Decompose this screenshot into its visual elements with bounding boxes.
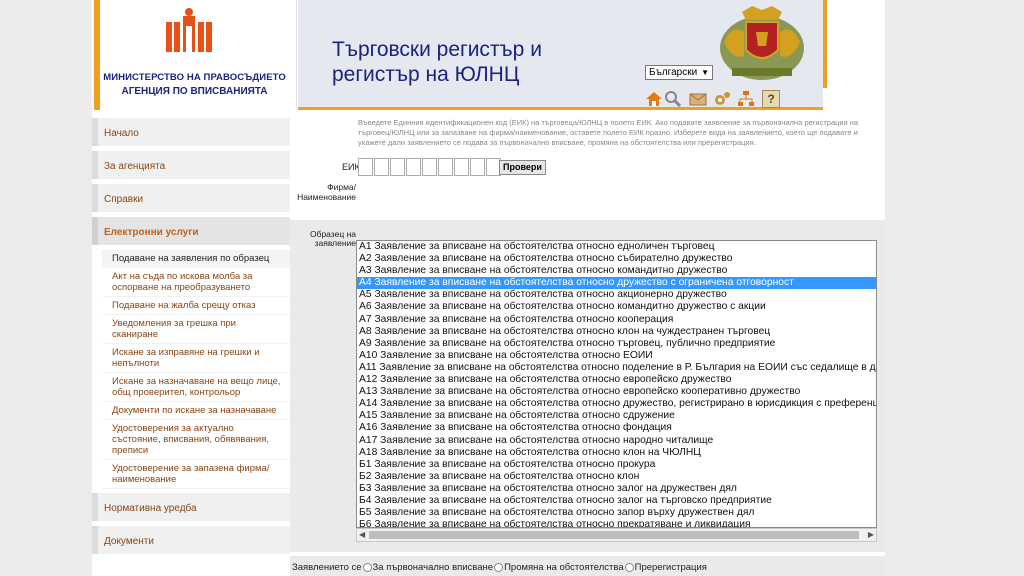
application-type-option[interactable]: Б4 Заявление за вписване на обстоятелств…	[357, 495, 876, 507]
sidebar-item-documents[interactable]: Документи	[92, 526, 290, 554]
agency-name: АГЕНЦИЯ ПО ВПИСВАНИЯТА	[121, 86, 268, 97]
submenu-item[interactable]: Акт на съда по искова молба за оспорване…	[102, 268, 290, 297]
submenu-item[interactable]: Уведомления за грешка при сканиране	[102, 315, 290, 344]
eik-digit-box[interactable]	[358, 158, 373, 176]
application-type-option[interactable]: А6 Заявление за вписване на обстоятелств…	[357, 301, 876, 313]
language-value: Български	[649, 67, 698, 78]
radio-reregistration[interactable]	[624, 563, 634, 572]
sidebar-nav: Начало За агенцията Справки Електронни у…	[92, 118, 290, 559]
radio-initial[interactable]	[362, 563, 372, 572]
site-title-line1: Търговски регистър и	[332, 38, 542, 61]
application-type-option[interactable]: Б5 Заявление за вписване на обстоятелств…	[357, 507, 876, 519]
application-type-option[interactable]: А2 Заявление за вписване на обстоятелств…	[357, 253, 876, 265]
application-type-option[interactable]: Б2 Заявление за вписване на обстоятелств…	[357, 471, 876, 483]
submenu-item[interactable]: Удостоверения за актуално състояние, впи…	[102, 420, 290, 460]
application-type-option[interactable]: А10 Заявление за вписване на обстоятелст…	[357, 350, 876, 362]
radio-change-label: Промяна на обстоятелства	[504, 562, 624, 573]
page: МИНИСТЕРСТВО НА ПРАВОСЪДИЕТО АГЕНЦИЯ ПО …	[92, 0, 885, 576]
check-button[interactable]: Провери	[499, 160, 546, 175]
sitemap-icon[interactable]	[737, 90, 755, 108]
radio-reregistration-label: Пререгистрация	[634, 562, 707, 573]
eservices-submenu: Подаване на заявления по образец Акт на …	[92, 250, 290, 489]
application-type-option[interactable]: А7 Заявление за вписване на обстоятелств…	[357, 314, 876, 326]
instructions-text: Въведете Единния идентификационен код (Е…	[358, 118, 859, 147]
sidebar-item-about[interactable]: За агенцията	[92, 151, 290, 179]
application-type-option[interactable]: А4 Заявление за вписване на обстоятелств…	[357, 277, 876, 290]
eik-digit-box[interactable]	[438, 158, 453, 176]
horizontal-scrollbar[interactable]: ◀ ▶	[356, 528, 877, 542]
site-title-line2: регистър на ЮЛНЦ	[332, 63, 520, 86]
application-type-option[interactable]: А14 Заявление за вписване на обстоятелст…	[357, 398, 876, 410]
application-type-option[interactable]: А11 Заявление за вписване на обстоятелст…	[357, 362, 876, 374]
left-gutter	[0, 0, 92, 576]
eik-digit-box[interactable]	[374, 158, 389, 176]
accent-stripe-right	[823, 0, 827, 88]
submenu-item[interactable]: Искане за назначаване на вещо лице, общ …	[102, 373, 290, 402]
help-icon[interactable]: ?	[762, 90, 780, 108]
filing-type-label: Заявлението се	[292, 562, 362, 573]
eik-input[interactable]	[358, 158, 502, 176]
submenu-item[interactable]: Удостоверение за запазена фирма/ наимено…	[102, 460, 290, 489]
submenu-item[interactable]: Документи по искане за назначаване	[102, 402, 290, 420]
sidebar-item-legislation[interactable]: Нормативна уредба	[92, 493, 290, 521]
mail-icon[interactable]	[689, 90, 707, 108]
sidebar-item-eservices[interactable]: Електронни услуги	[92, 217, 290, 245]
radio-change[interactable]	[494, 563, 504, 572]
application-type-option[interactable]: А3 Заявление за вписване на обстоятелств…	[357, 265, 876, 277]
sidebar-item-home[interactable]: Начало	[92, 118, 290, 146]
search-icon[interactable]	[664, 90, 682, 108]
sidebar-item-reports[interactable]: Справки	[92, 184, 290, 212]
submenu-item[interactable]: Подаване на жалба срещу отказ	[102, 297, 290, 315]
eik-digit-box[interactable]	[454, 158, 469, 176]
scrollbar-thumb[interactable]	[369, 531, 859, 539]
scroll-right-icon[interactable]: ▶	[868, 530, 874, 539]
application-type-option[interactable]: А16 Заявление за вписване на обстоятелст…	[357, 422, 876, 434]
right-gutter	[885, 0, 1024, 576]
submenu-item[interactable]: Подаване на заявления по образец	[102, 250, 290, 268]
filing-type-radio-group: Заявлението се За първоначално вписване …	[292, 562, 707, 573]
settings-icon[interactable]	[713, 90, 731, 108]
application-type-option[interactable]: А1 Заявление за вписване на обстоятелств…	[357, 241, 876, 253]
agency-logo-icon	[166, 8, 212, 52]
application-type-option[interactable]: А5 Заявление за вписване на обстоятелств…	[357, 289, 876, 301]
submenu-item[interactable]: Искане за изправяне на грешки и непълнот…	[102, 344, 290, 373]
eik-digit-box[interactable]	[470, 158, 485, 176]
application-type-option[interactable]: А15 Заявление за вписване на обстоятелст…	[357, 410, 876, 422]
scroll-left-icon[interactable]: ◀	[359, 530, 365, 539]
application-type-option[interactable]: Б1 Заявление за вписване на обстоятелств…	[357, 459, 876, 471]
home-icon[interactable]	[645, 90, 663, 108]
ministry-name: МИНИСТЕРСТВО НА ПРАВОСЪДИЕТО	[103, 72, 286, 83]
radio-initial-label: За първоначално вписване	[372, 562, 494, 573]
agency-logo-block[interactable]: МИНИСТЕРСТВО НА ПРАВОСЪДИЕТО АГЕНЦИЯ ПО …	[92, 0, 297, 110]
dropdown-arrow-icon: ▼	[701, 68, 709, 77]
eik-digit-box[interactable]	[422, 158, 437, 176]
application-type-option[interactable]: Б6 Заявление за вписване на обстоятелств…	[357, 519, 876, 527]
application-type-option[interactable]: А18 Заявление за вписване на обстоятелст…	[357, 447, 876, 459]
application-type-option[interactable]: А13 Заявление за вписване на обстоятелст…	[357, 386, 876, 398]
sample-label: Образец на заявление	[309, 229, 356, 248]
eik-digit-box[interactable]	[406, 158, 421, 176]
application-type-option[interactable]: А8 Заявление за вписване на обстоятелств…	[357, 326, 876, 338]
firm-name-label: Фирма/ Наименование	[297, 182, 356, 202]
main-content: Въведете Единния идентификационен код (Е…	[290, 118, 885, 576]
language-select[interactable]: Български ▼	[645, 65, 713, 80]
application-type-option[interactable]: А17 Заявление за вписване на обстоятелст…	[357, 435, 876, 447]
eik-digit-box[interactable]	[390, 158, 405, 176]
application-type-listbox[interactable]: А1 Заявление за вписване на обстоятелств…	[356, 240, 877, 528]
coat-of-arms-icon	[720, 6, 804, 80]
application-type-option[interactable]: А9 Заявление за вписване на обстоятелств…	[357, 338, 876, 350]
application-type-option[interactable]: А12 Заявление за вписване на обстоятелст…	[357, 374, 876, 386]
application-type-option[interactable]: Б3 Заявление за вписване на обстоятелств…	[357, 483, 876, 495]
